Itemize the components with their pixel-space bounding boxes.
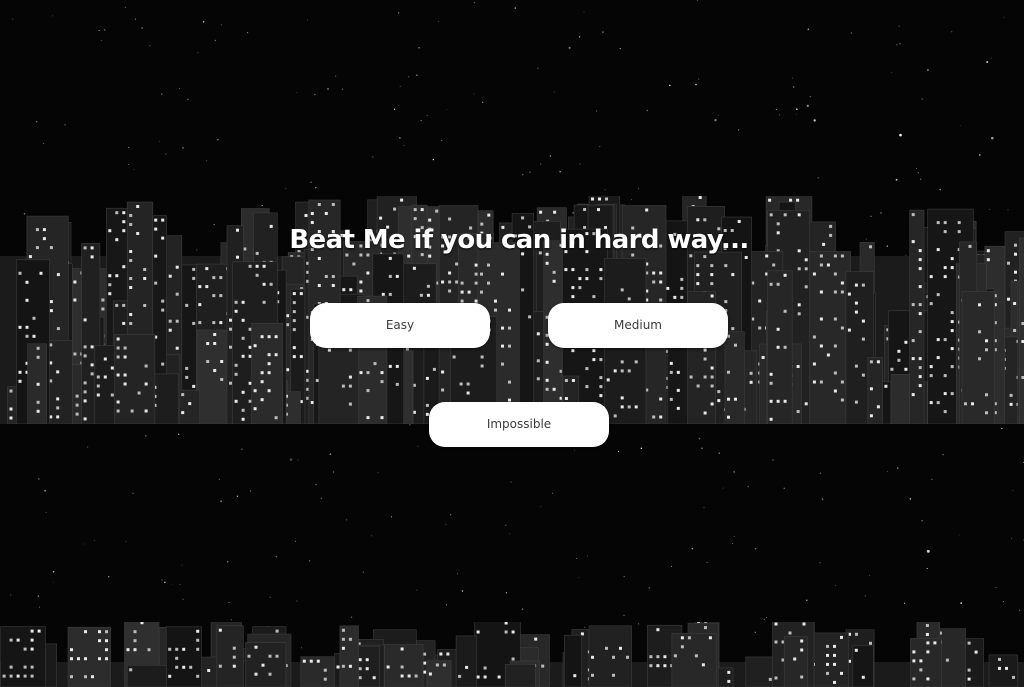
impossible-button[interactable]: Impossible <box>429 402 609 447</box>
city-skyline-illustration-lower <box>0 622 1024 687</box>
easy-button[interactable]: Easy <box>310 303 490 348</box>
game-screen: Beat Me if you can in hard way... Easy M… <box>0 0 1024 687</box>
page-title: Beat Me if you can in hard way... <box>289 225 749 255</box>
medium-button[interactable]: Medium <box>548 303 728 348</box>
